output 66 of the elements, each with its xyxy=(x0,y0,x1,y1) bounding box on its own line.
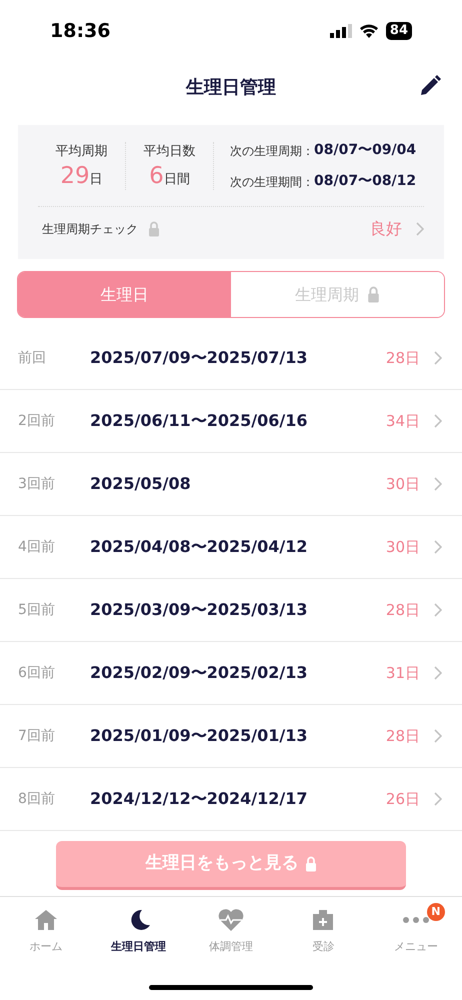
forecast-value: 08/07〜08/12 xyxy=(314,172,416,191)
heartbeat-icon xyxy=(216,907,246,933)
notification-badge: N xyxy=(426,903,445,921)
cycle-days: 28日 xyxy=(386,598,420,622)
period-label: 4回前 xyxy=(18,538,56,556)
cycle-days: 31日 xyxy=(386,662,420,684)
cycle-days: 28日 xyxy=(386,346,420,370)
wifi-icon xyxy=(358,24,379,38)
forecast-label: 次の生理周期： xyxy=(230,142,314,160)
chevron-right-icon xyxy=(434,792,442,806)
period-row[interactable]: 4回前 2025/04/08〜2025/04/12 30日 xyxy=(0,516,462,579)
period-label: 8回前 xyxy=(18,790,56,808)
cycle-days: 30日 xyxy=(386,536,420,558)
period-dates: 2025/03/09〜2025/03/13 xyxy=(90,599,308,621)
page-title: 生理日管理 xyxy=(186,76,276,100)
cycle-days: 28日 xyxy=(386,724,420,748)
chevron-right-icon xyxy=(434,603,442,617)
cycle-days: 34日 xyxy=(386,410,420,432)
period-dates: 2025/05/08 xyxy=(90,473,191,495)
period-row[interactable]: 6回前 2025/02/09〜2025/02/13 31日 xyxy=(0,642,462,705)
stat-unit: 日間 xyxy=(164,170,190,189)
lock-icon xyxy=(148,221,160,237)
period-row[interactable]: 3回前 2025/05/08 30日 xyxy=(0,453,462,516)
period-dates: 2025/04/08〜2025/04/12 xyxy=(90,536,308,558)
period-dates: 2024/12/12〜2024/12/17 xyxy=(90,788,308,810)
period-label: 5回前 xyxy=(18,600,56,620)
period-row[interactable]: 7回前 2025/01/09〜2025/01/13 28日 xyxy=(0,705,462,768)
period-dates: 2025/02/09〜2025/02/13 xyxy=(90,662,308,684)
period-dates: 2025/06/11〜2025/06/16 xyxy=(90,410,308,432)
chevron-right-icon xyxy=(434,414,442,428)
period-row[interactable]: 前回 2025/07/09〜2025/07/13 28日 xyxy=(0,327,462,390)
cycle-days: 26日 xyxy=(386,788,420,810)
period-label: 6回前 xyxy=(18,664,56,682)
chevron-right-icon xyxy=(434,729,442,743)
period-row[interactable]: 5回前 2025/03/09〜2025/03/13 28日 xyxy=(0,579,462,642)
period-dates: 2025/07/09〜2025/07/13 xyxy=(90,347,308,369)
period-row[interactable]: 2回前 2025/06/11〜2025/06/16 34日 xyxy=(0,390,462,453)
house-icon xyxy=(33,907,60,933)
period-label: 7回前 xyxy=(18,726,56,746)
chevron-right-icon xyxy=(434,351,442,365)
battery-indicator: 84 xyxy=(386,22,412,40)
cycle-check-label: 生理周期チェック xyxy=(42,221,138,238)
chevron-right-icon xyxy=(434,666,442,680)
lock-icon xyxy=(367,286,380,303)
chevron-right-icon xyxy=(434,540,442,554)
forecast-value: 08/07〜09/04 xyxy=(314,141,416,160)
stat-label: 平均周期 xyxy=(56,143,108,162)
chevron-right-icon xyxy=(434,477,442,491)
signal-icon xyxy=(330,24,352,38)
period-label: 前回 xyxy=(18,348,47,368)
period-label: 3回前 xyxy=(18,474,56,494)
chevron-right-icon xyxy=(416,222,424,236)
forecast-label: 次の生理期間： xyxy=(230,174,314,190)
stat-unit: 日 xyxy=(90,170,103,189)
nav-tab[interactable]: 生理日管理 xyxy=(92,907,185,956)
period-row[interactable]: 8回前 2024/12/12〜2024/12/17 26日 xyxy=(0,768,462,831)
stat-value: 6 xyxy=(149,162,164,190)
period-label: 2回前 xyxy=(18,412,56,430)
lock-icon xyxy=(304,856,316,872)
cycle-days: 30日 xyxy=(386,472,420,496)
status-time: 18:36 xyxy=(50,18,110,44)
stat-label: 平均日数 xyxy=(144,143,196,162)
pencil-icon[interactable] xyxy=(418,74,442,98)
period-dates: 2025/01/09〜2025/01/13 xyxy=(90,725,308,747)
stat-value: 29 xyxy=(60,162,90,190)
more-icon xyxy=(400,915,431,925)
